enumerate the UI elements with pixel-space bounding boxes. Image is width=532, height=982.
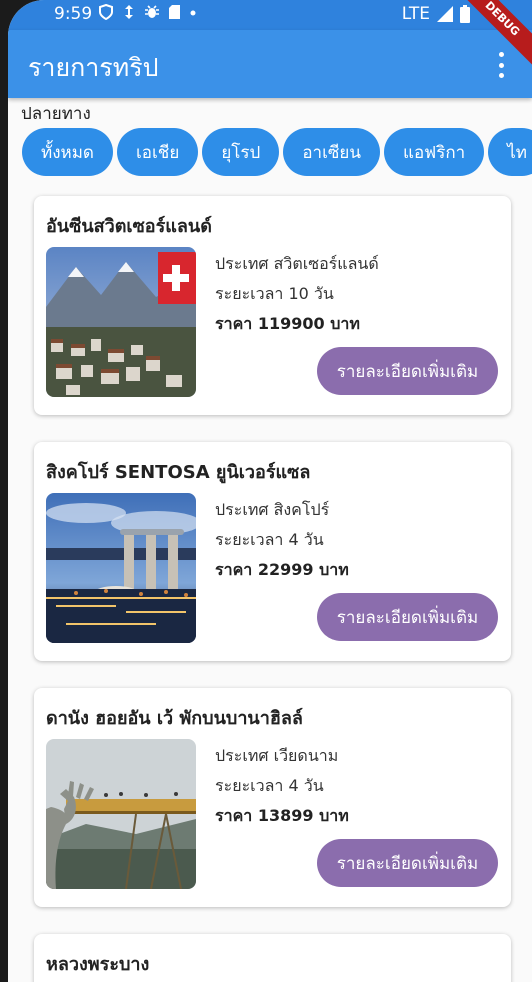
- more-details-button[interactable]: รายละเอียดเพิ่มเติม: [317, 593, 498, 641]
- chip-africa[interactable]: แอฟริกา: [384, 128, 485, 176]
- status-time: 9:59: [54, 4, 93, 24]
- page-title: รายการทริป: [28, 53, 159, 82]
- trip-info: ประเทศ สวิตเซอร์แลนด์ ระยะเวลา 10 วัน รา…: [215, 249, 379, 339]
- dot-icon: [190, 10, 196, 16]
- more-details-button[interactable]: รายละเอียดเพิ่มเติม: [317, 839, 498, 887]
- chip-all[interactable]: ทั้งหมด: [22, 128, 113, 176]
- more-details-button[interactable]: รายละเอียดเพิ่มเติม: [317, 347, 498, 395]
- trip-image-vietnam: [46, 739, 196, 889]
- network-type: LTE: [401, 4, 430, 24]
- trip-country: ประเทศ สวิตเซอร์แลนด์: [215, 254, 379, 273]
- bug-icon: [145, 5, 159, 18]
- trip-price: ราคา 22999 บาท: [215, 560, 349, 579]
- trip-card: สิงคโปร์ SENTOSA ยูนิเวอร์แซล ประเทศ สิง…: [34, 442, 511, 661]
- more-vert-icon[interactable]: [496, 52, 506, 78]
- trip-price: ราคา 119900 บาท: [215, 314, 360, 333]
- transfer-icon: [125, 5, 133, 19]
- trip-image-switzerland: [46, 247, 196, 397]
- trip-title: หลวงพระบาง: [46, 954, 150, 975]
- trip-info: ประเทศ สิงคโปร์ ระยะเวลา 4 วัน ราคา 2299…: [215, 495, 349, 585]
- app-bar: รายการทริป: [8, 30, 532, 98]
- trip-list: อันซีนสวิตเซอร์แลนด์ ประเทศ สวิตเซอร์แลน…: [34, 196, 511, 982]
- signal-icon: [437, 6, 453, 22]
- trip-duration: ระยะเวลา 4 วัน: [215, 530, 324, 549]
- shield-icon: [99, 4, 113, 20]
- trip-duration: ระยะเวลา 4 วัน: [215, 776, 324, 795]
- trip-card: หลวงพระบาง: [34, 934, 511, 982]
- trip-country: ประเทศ สิงคโปร์: [215, 500, 330, 519]
- trip-country: ประเทศ เวียดนาม: [215, 746, 339, 765]
- region-filter-chips: ทั้งหมด เอเชีย ยุโรป อาเซียน แอฟริกา ไท: [22, 128, 532, 176]
- trip-image-singapore: [46, 493, 196, 643]
- chip-asean[interactable]: อาเซียน: [283, 128, 381, 176]
- trip-title: สิงคโปร์ SENTOSA ยูนิเวอร์แซล: [46, 462, 311, 483]
- sd-card-icon: [169, 5, 180, 19]
- trip-title: อันซีนสวิตเซอร์แลนด์: [46, 216, 212, 237]
- trip-card: ดานัง ฮอยอัน เว้ พักบนบานาฮิลล์ ประเทศ เ…: [34, 688, 511, 907]
- destination-label: ปลายทาง: [21, 104, 91, 124]
- chip-europe[interactable]: ยุโรป: [202, 128, 280, 176]
- status-system-icons: LTE: [402, 4, 470, 24]
- status-bar: 9:59 LTE: [8, 0, 532, 30]
- app-screen: 9:59 LTE รายการทริป DEBUG ปลายทาง ทั้งหม…: [8, 0, 532, 982]
- trip-price: ราคา 13899 บาท: [215, 806, 349, 825]
- trip-card: อันซีนสวิตเซอร์แลนด์ ประเทศ สวิตเซอร์แลน…: [34, 196, 511, 415]
- status-notification-icons: [98, 4, 197, 20]
- trip-duration: ระยะเวลา 10 วัน: [215, 284, 334, 303]
- chip-thai[interactable]: ไท: [488, 128, 532, 176]
- chip-asia[interactable]: เอเชีย: [116, 128, 199, 176]
- trip-title: ดานัง ฮอยอัน เว้ พักบนบานาฮิลล์: [46, 708, 303, 729]
- trip-info: ประเทศ เวียดนาม ระยะเวลา 4 วัน ราคา 1389…: [215, 741, 349, 831]
- battery-icon: [460, 5, 470, 23]
